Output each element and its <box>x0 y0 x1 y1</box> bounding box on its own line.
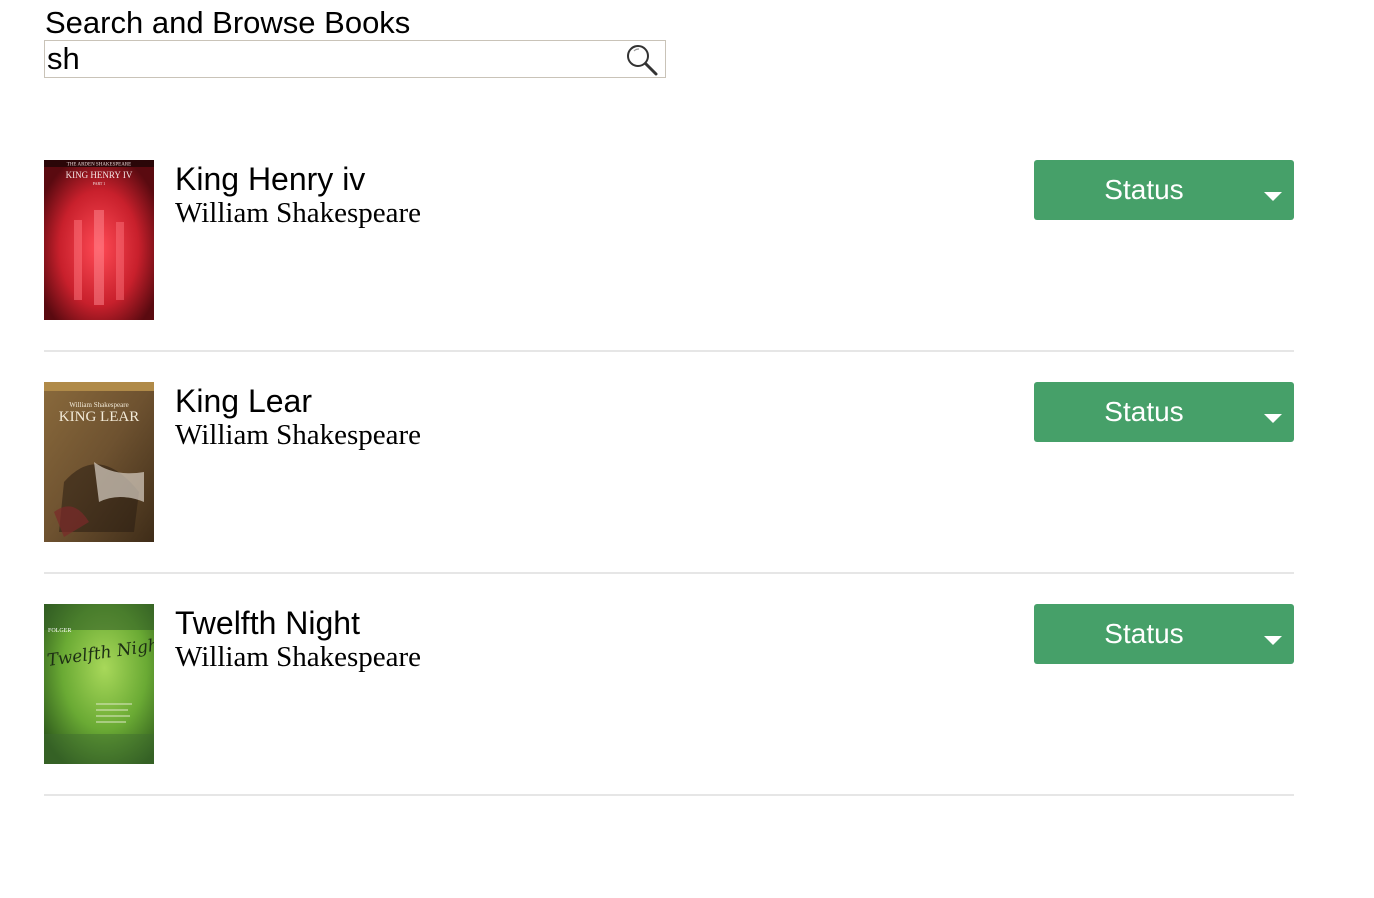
book-cover-image: THE ARDEN SHAKESPEARE KING HENRY IV PART… <box>44 160 154 320</box>
list-item: William Shakespeare KING LEAR King Lear … <box>44 382 1294 604</box>
cover-text: KING HENRY IV <box>66 170 133 180</box>
search-input[interactable] <box>46 41 617 77</box>
status-label: Status <box>1104 396 1184 427</box>
page: Search and Browse Books sh THE ARDEN SHA… <box>0 0 1374 898</box>
status-dropdown-button[interactable]: Status <box>1034 382 1294 442</box>
book-author: William Shakespeare <box>175 641 422 673</box>
status-label: Status <box>1104 618 1184 649</box>
caret-down-icon <box>1264 192 1282 201</box>
book-title[interactable]: Twelfth Night <box>175 604 360 642</box>
status-dropdown-button[interactable]: Status <box>1034 604 1294 664</box>
search-box <box>44 40 666 78</box>
status-dropdown-button[interactable]: Status <box>1034 160 1294 220</box>
book-cover-image: William Shakespeare KING LEAR <box>44 382 154 542</box>
cover-text: KING LEAR <box>59 409 139 425</box>
cover-text: FOLGER <box>48 628 71 634</box>
cover-text: PART 1 <box>93 181 106 186</box>
book-cover-image: FOLGER Twelfth Night <box>44 604 154 764</box>
book-list: THE ARDEN SHAKESPEARE KING HENRY IV PART… <box>44 160 1294 826</box>
list-item: FOLGER Twelfth Night Twelfth Night Willi… <box>44 604 1294 826</box>
cover-text: William Shakespeare <box>69 401 128 409</box>
cover-text: THE ARDEN SHAKESPEARE <box>67 163 131 168</box>
status-label: Status <box>1104 174 1184 205</box>
book-title[interactable]: King Lear <box>175 382 312 420</box>
book-author: William Shakespeare <box>175 197 422 229</box>
search-icon[interactable] <box>624 42 660 78</box>
list-item: THE ARDEN SHAKESPEARE KING HENRY IV PART… <box>44 160 1294 382</box>
book-title[interactable]: King Henry iv <box>175 160 365 198</box>
caret-down-icon <box>1264 414 1282 423</box>
book-author: William Shakespeare <box>175 419 422 451</box>
caret-down-icon <box>1264 636 1282 645</box>
page-title: Search and Browse Books <box>45 5 411 40</box>
